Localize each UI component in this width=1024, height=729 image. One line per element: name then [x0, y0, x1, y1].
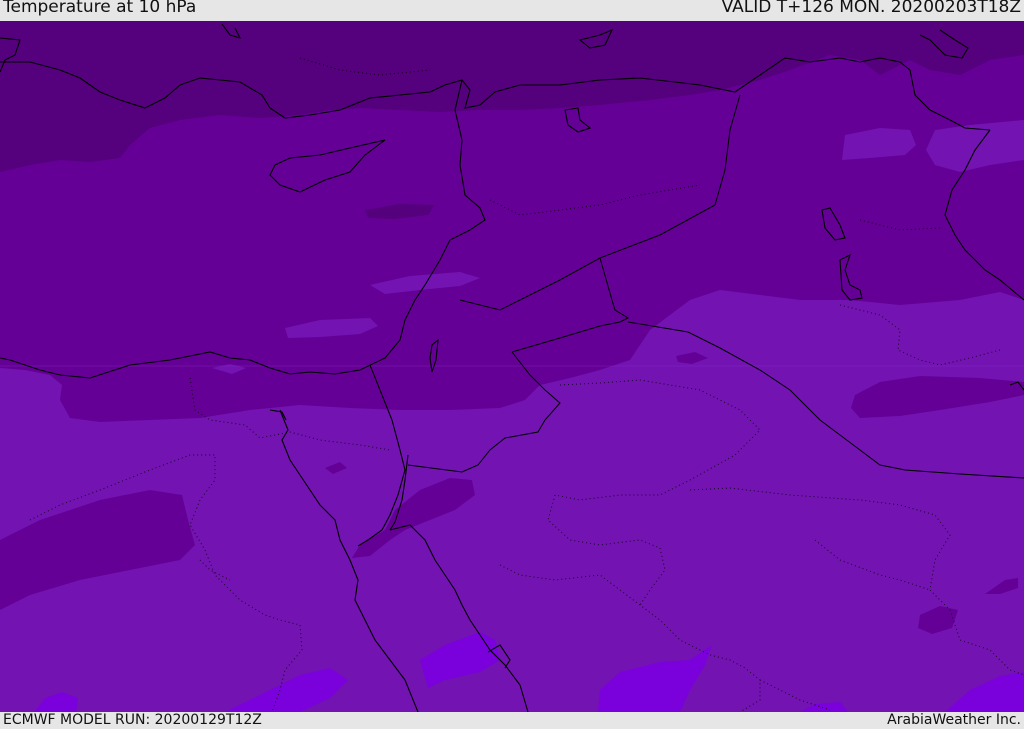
- valid-time: VALID T+126 MON. 20200203T18Z: [721, 0, 1021, 17]
- header-bar: Temperature at 10 hPa VALID T+126 MON. 2…: [0, 0, 1024, 21]
- credit-label: ArabiaWeather Inc.: [887, 712, 1021, 728]
- map-title: Temperature at 10 hPa: [3, 0, 197, 17]
- map-canvas: [0, 21, 1024, 712]
- footer-bar: ECMWF MODEL RUN: 20200129T12Z ArabiaWeat…: [0, 712, 1024, 729]
- temperature-map[interactable]: [0, 21, 1024, 712]
- model-run: ECMWF MODEL RUN: 20200129T12Z: [3, 712, 262, 728]
